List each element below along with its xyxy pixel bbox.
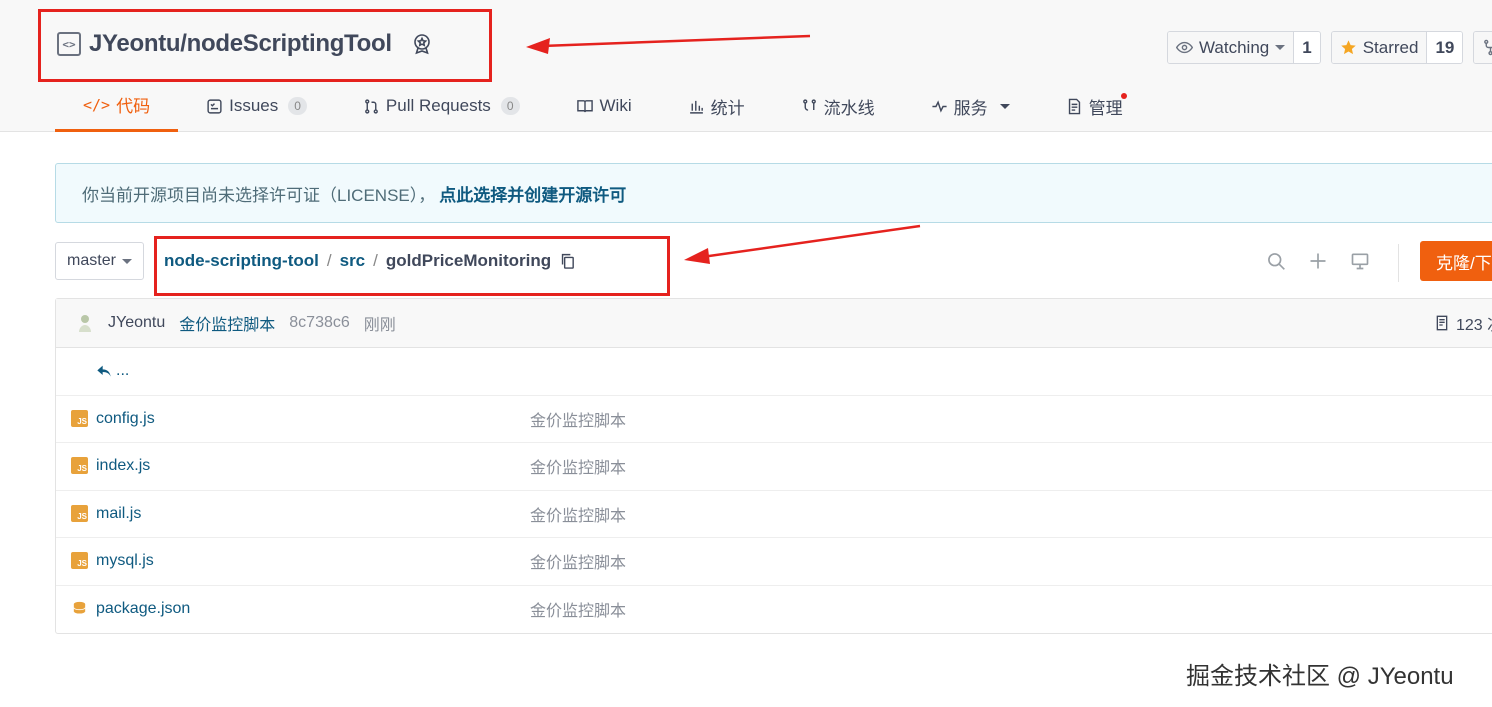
tab-pull-requests[interactable]: Pull Requests 0	[335, 80, 548, 132]
database-file-icon	[73, 601, 86, 614]
tab-code[interactable]: </> 代码	[55, 80, 179, 132]
annotation-box-repo-title	[38, 9, 492, 82]
clone-download-button[interactable]: 克隆/下	[1420, 241, 1492, 281]
file-commit-message[interactable]: 金价监控脚本	[530, 597, 626, 621]
parent-directory-link[interactable]: ...	[96, 362, 129, 380]
create-license-link[interactable]: 点此选择并创建开源许可	[439, 181, 626, 206]
table-row[interactable]: JS index.js 金价监控脚本	[56, 443, 1492, 491]
commit-time: 刚刚	[363, 317, 396, 334]
chevron-down-icon	[1275, 45, 1286, 50]
file-toolbar	[1266, 251, 1370, 271]
book-icon	[576, 99, 593, 112]
watching-button-group[interactable]: Watching 1	[1167, 31, 1321, 64]
pull-request-icon	[365, 98, 378, 114]
pipeline-icon	[802, 98, 816, 111]
commits-doc-icon	[1436, 315, 1448, 331]
issues-count-badge: 0	[288, 97, 307, 115]
license-notice-text: 你当前开源项目尚未选择许可证（LICENSE），	[82, 185, 436, 205]
tab-issues[interactable]: Issues 0	[178, 80, 335, 132]
starred-button[interactable]: Starred	[1331, 32, 1427, 63]
repo-actions: Watching 1 Starred 19	[1167, 31, 1492, 64]
tab-wiki-label: Wiki	[599, 96, 632, 115]
commit-count[interactable]: 123 次	[1434, 311, 1492, 335]
annotation-arrow-breadcrumb	[684, 224, 921, 264]
file-name-link[interactable]: package.json	[96, 600, 190, 618]
commit-message[interactable]: 金价监控脚本	[179, 311, 275, 335]
chevron-down-icon	[121, 258, 132, 264]
settings-doc-icon	[1068, 98, 1080, 114]
license-notice: 你当前开源项目尚未选择许可证（LICENSE）， 点此选择并创建开源许可	[55, 163, 1492, 223]
toolbar-divider	[1398, 244, 1399, 282]
tab-stats[interactable]: 统计	[660, 80, 773, 132]
table-row[interactable]: JS mail.js 金价监控脚本	[56, 491, 1492, 538]
tab-services-label: 服务	[953, 98, 988, 118]
tab-wiki[interactable]: Wiki	[548, 80, 660, 132]
search-icon[interactable]	[1266, 251, 1286, 271]
tab-code-label: 代码	[116, 97, 151, 116]
file-name-link[interactable]: mail.js	[96, 505, 141, 523]
chevron-down-icon	[999, 103, 1010, 109]
annotation-arrow-repo-title	[526, 34, 811, 54]
fork-button-group[interactable]	[1473, 31, 1492, 64]
tab-stats-label: 统计	[710, 98, 745, 118]
file-commit-message[interactable]: 金价监控脚本	[530, 549, 626, 573]
starred-button-group[interactable]: Starred 19	[1330, 31, 1464, 64]
table-row[interactable]: JS config.js 金价监控脚本	[56, 396, 1492, 443]
tab-issues-label: Issues	[229, 96, 279, 115]
commit-sha[interactable]: 8c738c6	[289, 314, 350, 332]
bar-chart-icon	[689, 100, 703, 114]
tab-pipeline-label: 流水线	[823, 98, 875, 118]
fork-icon	[1484, 39, 1492, 56]
file-name-link[interactable]: config.js	[96, 410, 155, 428]
starred-count[interactable]: 19	[1426, 32, 1463, 63]
js-file-icon: JS	[71, 457, 88, 474]
code-icon: </>	[83, 95, 111, 114]
plus-icon[interactable]	[1308, 251, 1328, 271]
tab-pipeline[interactable]: 流水线	[773, 80, 903, 132]
commit-author[interactable]: JYeontu	[108, 314, 165, 332]
repo-tabs: </> 代码 Issues 0 Pull Requests 0 Wiki 统计 …	[55, 80, 1151, 132]
parent-directory-row[interactable]: ...	[56, 348, 1492, 396]
table-row[interactable]: JS mysql.js 金价监控脚本	[56, 538, 1492, 586]
pull-requests-count-badge: 0	[500, 97, 520, 115]
tab-services[interactable]: 服务	[903, 80, 1038, 132]
eye-icon	[1176, 41, 1193, 54]
file-table: JYeontu 金价监控脚本 8c738c6 刚刚 123 次 ... JS c…	[55, 298, 1492, 634]
file-name-link[interactable]: index.js	[96, 457, 150, 475]
file-commit-message[interactable]: 金价监控脚本	[530, 502, 626, 526]
pulse-icon	[932, 99, 947, 113]
issues-icon	[207, 98, 222, 114]
tab-manage-label: 管理	[1088, 98, 1123, 118]
file-name-link[interactable]: mysql.js	[96, 552, 154, 570]
reply-arrow-icon	[97, 365, 111, 377]
tab-pull-requests-label: Pull Requests	[385, 96, 491, 115]
file-commit-message[interactable]: 金价监控脚本	[530, 454, 626, 478]
watching-count[interactable]: 1	[1293, 32, 1320, 63]
latest-commit-row: JYeontu 金价监控脚本 8c738c6 刚刚 123 次	[56, 299, 1492, 348]
branch-name: master	[67, 252, 116, 269]
annotation-box-breadcrumb	[154, 236, 670, 296]
tab-manage[interactable]: 管理	[1038, 80, 1151, 132]
table-row[interactable]: package.json 金价监控脚本	[56, 586, 1492, 634]
fork-button[interactable]	[1474, 32, 1492, 63]
js-file-icon: JS	[71, 409, 88, 427]
watching-button[interactable]: Watching	[1168, 32, 1294, 63]
js-file-icon: JS	[71, 504, 88, 522]
file-commit-message[interactable]: 金价监控脚本	[530, 407, 626, 431]
starred-label: Starred	[1362, 37, 1419, 57]
commit-count-text: 123 次	[1456, 317, 1492, 334]
monitor-icon[interactable]	[1350, 251, 1370, 271]
watermark-text: 掘金技术社区 @ JYeontu	[1186, 663, 1454, 690]
star-icon	[1340, 40, 1356, 55]
avatar[interactable]	[76, 313, 94, 333]
js-file-icon: JS	[71, 552, 88, 569]
notification-dot	[1120, 93, 1127, 99]
watching-label: Watching	[1199, 37, 1270, 57]
parent-directory-label: ...	[116, 362, 130, 380]
branch-selector[interactable]: master	[55, 242, 144, 280]
